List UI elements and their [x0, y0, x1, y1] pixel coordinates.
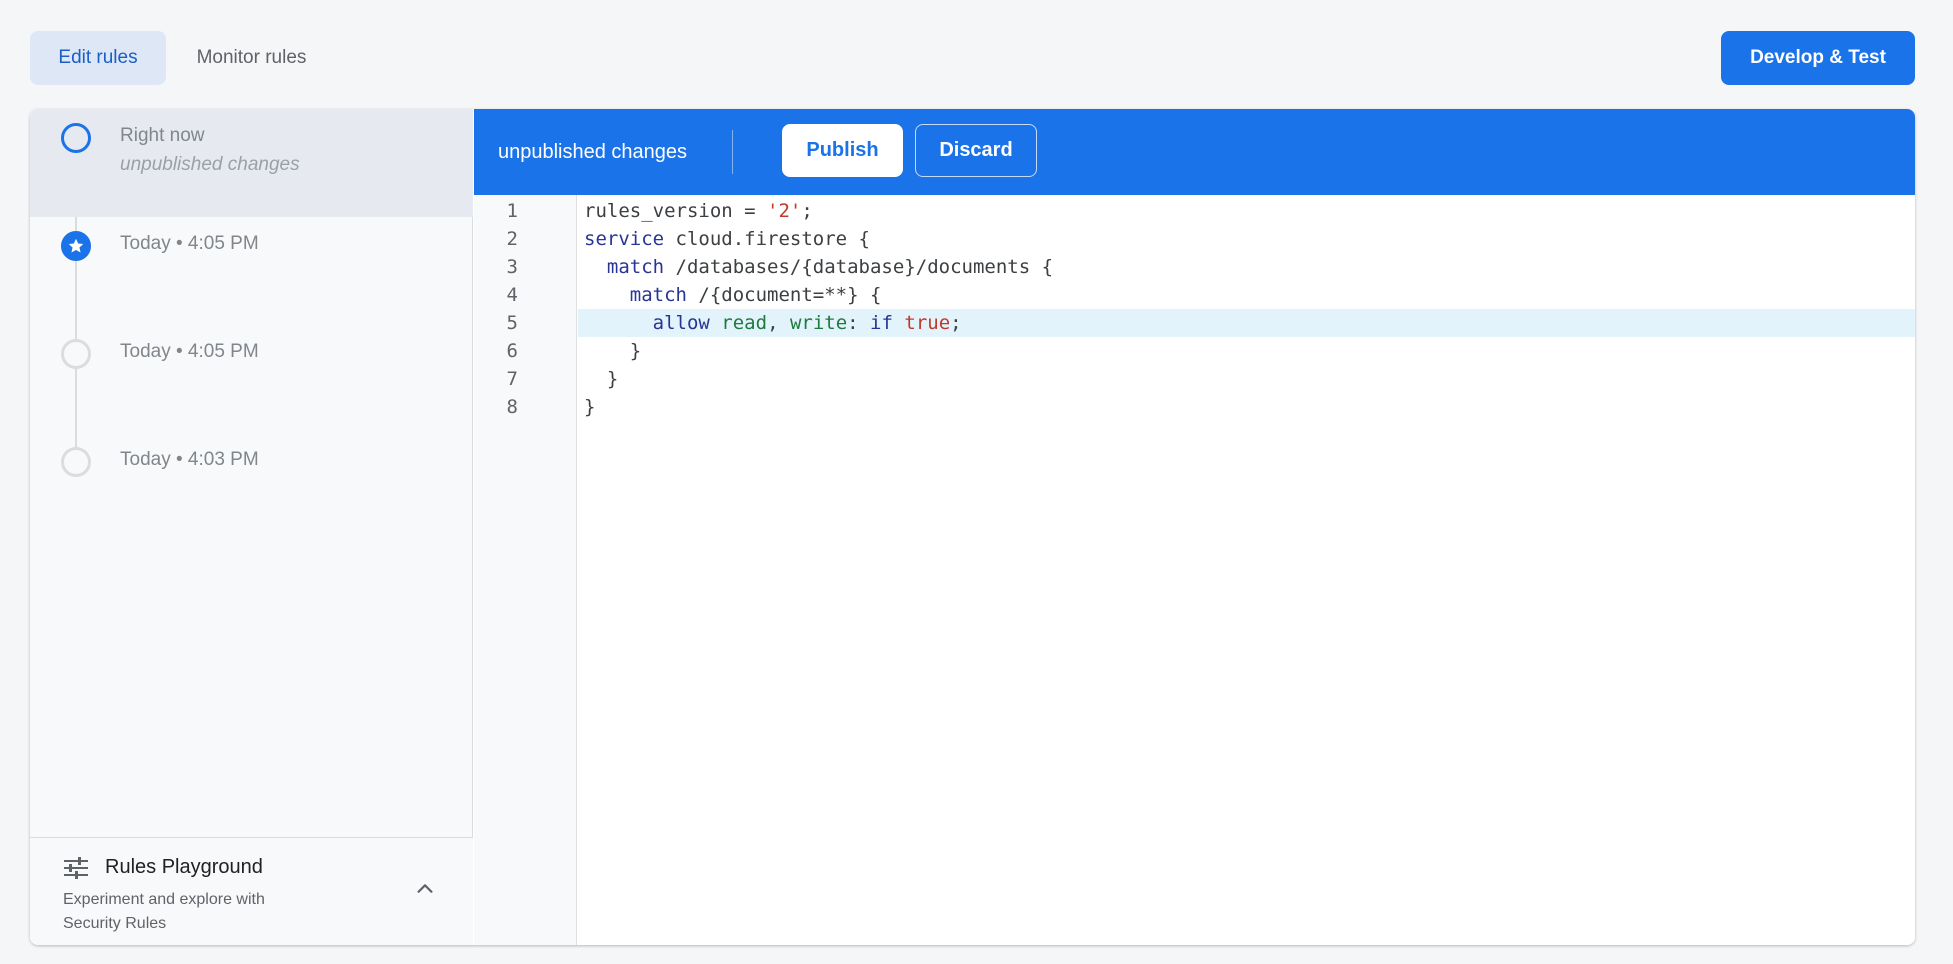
tune-icon — [63, 856, 89, 885]
toolbar-divider — [732, 130, 733, 174]
history-item-version[interactable]: Today • 4:03 PM — [30, 433, 473, 541]
code-token: , — [767, 312, 790, 334]
line-number: 2 — [506, 228, 518, 250]
code-permission: write — [789, 312, 848, 334]
history-item-label: Right now — [120, 125, 205, 146]
circle-outline-icon — [61, 123, 91, 153]
circle-outline-icon — [61, 339, 91, 369]
code-line: match /databases/{database}/documents { — [584, 253, 1053, 281]
code-token: cloud.firestore { — [664, 228, 870, 250]
code-editor[interactable]: rules_version = '2'; service cloud.fires… — [578, 195, 1915, 945]
code-token: : — [847, 312, 871, 334]
code-keyword: service — [584, 228, 665, 250]
line-number: 7 — [506, 368, 518, 390]
line-number-gutter: 1 2 3 4 5 6 7 8 — [474, 195, 577, 945]
code-line: rules_version = '2'; — [584, 197, 813, 225]
chevron-up-icon[interactable] — [414, 878, 436, 905]
code-keyword: match — [629, 284, 687, 306]
tab-edit-rules[interactable]: Edit rules — [30, 31, 166, 85]
history-item-version[interactable]: Today • 4:05 PM — [30, 217, 473, 325]
rules-editor: unpublished changes Publish Discard 1 2 … — [474, 109, 1915, 945]
rules-panel: Right now unpublished changes Today • 4:… — [30, 109, 1915, 945]
rules-playground-toggle[interactable]: Rules Playground Experiment and explore … — [30, 837, 473, 945]
publish-button[interactable]: Publish — [782, 124, 903, 177]
history-item-right-now[interactable]: Right now unpublished changes — [30, 109, 473, 217]
code-line: service cloud.firestore { — [584, 225, 870, 253]
discard-button[interactable]: Discard — [915, 124, 1037, 177]
line-number: 1 — [506, 200, 518, 222]
line-number: 4 — [506, 284, 518, 306]
code-string: '2' — [767, 200, 802, 222]
code-keyword: if — [870, 312, 893, 334]
playground-description: Experiment and explore with Security Rul… — [63, 891, 265, 932]
star-icon — [61, 231, 91, 261]
code-token: /databases/{database}/documents { — [664, 256, 1054, 278]
code-line: } — [584, 368, 619, 390]
unpublished-status: unpublished changes — [498, 140, 688, 163]
line-number: 8 — [506, 396, 518, 418]
history-item-label: Today • 4:05 PM — [120, 341, 259, 362]
line-number: 6 — [506, 340, 518, 362]
code-token: ; — [950, 312, 962, 334]
code-line: } — [584, 396, 596, 418]
code-token: /{document=**} { — [686, 284, 882, 306]
develop-test-button[interactable]: Develop & Test — [1721, 31, 1915, 85]
tab-monitor-rules[interactable]: Monitor rules — [170, 31, 333, 85]
circle-outline-icon — [61, 447, 91, 477]
history-sidebar: Right now unpublished changes Today • 4:… — [30, 109, 473, 945]
history-item-label: Today • 4:05 PM — [120, 233, 259, 254]
playground-title: Rules Playground — [105, 856, 263, 878]
code-permission: read — [721, 312, 768, 334]
line-number: 5 — [506, 312, 518, 334]
code-token: = — [732, 200, 768, 222]
history-item-sublabel: unpublished changes — [120, 154, 300, 175]
code-line: allow read, write: if true; — [584, 309, 962, 337]
editor-toolbar: unpublished changes Publish Discard — [474, 109, 1915, 195]
history-item-version[interactable]: Today • 4:05 PM — [30, 325, 473, 433]
code-token: rules_version — [584, 200, 733, 222]
rules-page: Edit rules Monitor rules Develop & Test … — [0, 0, 1953, 964]
line-number: 3 — [506, 256, 518, 278]
code-line: } — [584, 340, 642, 362]
code-token: ; — [801, 200, 813, 222]
code-keyword: allow — [652, 312, 710, 334]
code-keyword: match — [606, 256, 665, 278]
history-item-label: Today • 4:03 PM — [120, 449, 259, 470]
code-boolean: true — [904, 312, 951, 334]
code-line: match /{document=**} { — [584, 281, 882, 309]
